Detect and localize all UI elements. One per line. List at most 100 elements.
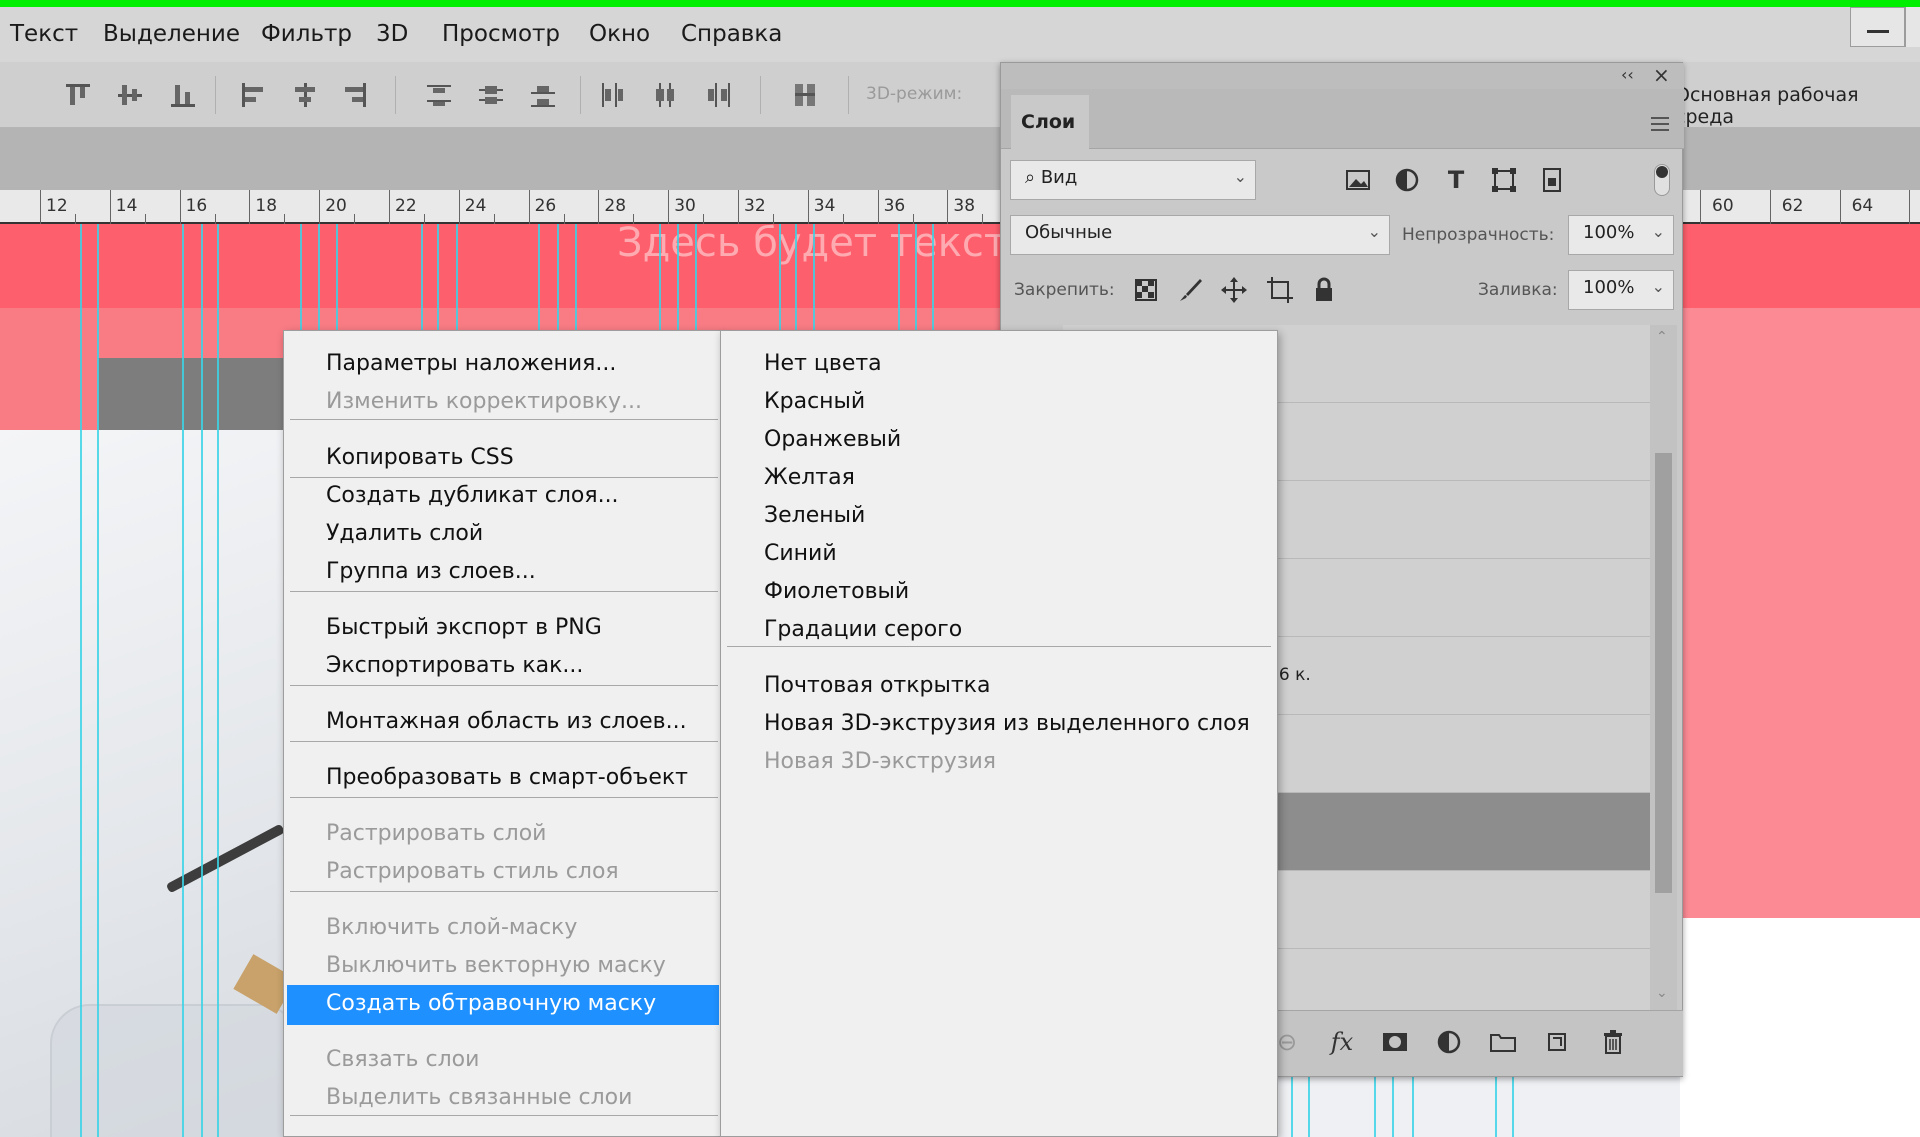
align-vcenter-icon[interactable] <box>115 80 145 110</box>
tab-layers[interactable]: Слои <box>1011 95 1089 149</box>
close-panel-icon[interactable]: × <box>1653 63 1670 87</box>
context-menu-item[interactable]: Быстрый экспорт в PNG <box>326 615 602 640</box>
minimize-button[interactable] <box>1850 7 1905 47</box>
color-label-item[interactable]: Новая 3D-экструзия из выделенного слоя <box>764 711 1250 736</box>
menu-separator <box>290 741 718 742</box>
ruler-label: 22 <box>395 196 417 216</box>
menu-text[interactable]: Текст <box>10 21 78 47</box>
align-left-icon[interactable] <box>238 80 268 110</box>
ruler-tick <box>1700 190 1701 224</box>
context-menu-item[interactable]: Преобразовать в смарт-объект <box>326 765 688 790</box>
scroll-down-icon[interactable]: ⌄ <box>1656 985 1668 1001</box>
menu-separator <box>290 685 718 686</box>
ruler-label: 12 <box>46 196 68 216</box>
layers-scrollbar[interactable]: ⌃ ⌄ <box>1650 325 1677 1015</box>
lock-all-icon[interactable] <box>1308 274 1340 306</box>
ruler-tick <box>493 214 495 224</box>
menu-help[interactable]: Справка <box>681 21 782 47</box>
distribute-top-icon[interactable] <box>424 80 454 110</box>
collapse-panel-icon[interactable]: ‹‹ <box>1621 65 1634 84</box>
filter-toggle-switch[interactable] <box>1654 164 1670 196</box>
color-label-item[interactable]: Почтовая открытка <box>764 673 990 698</box>
blend-mode-dropdown[interactable]: Обычные ⌄ <box>1010 215 1390 255</box>
context-menu-item[interactable]: Монтажная область из слоев... <box>326 709 687 734</box>
color-label-item: Новая 3D-экструзия <box>764 749 997 774</box>
align-bottom-icon[interactable] <box>168 80 198 110</box>
menu-selection[interactable]: Выделение <box>103 21 240 47</box>
new-group-folder-icon[interactable] <box>1486 1025 1520 1059</box>
ruler-tick <box>40 190 41 224</box>
opacity-input[interactable]: 100% ⌄ <box>1568 215 1674 255</box>
toolbar-separator <box>580 76 581 114</box>
ruler-tick <box>738 190 739 224</box>
delete-layer-trash-icon[interactable] <box>1596 1025 1630 1059</box>
ruler-tick <box>807 190 809 224</box>
scroll-up-icon[interactable]: ⌃ <box>1656 329 1668 345</box>
ruler-tick <box>1769 190 1771 224</box>
ruler-tick <box>668 190 670 224</box>
filter-adjustment-icon[interactable] <box>1391 164 1423 196</box>
context-menu-item[interactable]: Группа из слоев... <box>326 559 536 584</box>
ruler-label: 16 <box>185 196 208 216</box>
menu-separator <box>727 646 1271 647</box>
filter-smart-object-icon[interactable] <box>1536 164 1568 196</box>
layer-filter-dropdown[interactable]: ⌕ Вид ⌄ <box>1010 160 1256 200</box>
context-menu-item[interactable]: Создать дубликат слоя... <box>326 483 619 508</box>
align-hcenter-icon[interactable] <box>290 80 320 110</box>
filter-type-icon[interactable]: T <box>1440 164 1472 196</box>
ruler-tick <box>1839 190 1841 224</box>
align-top-icon[interactable] <box>63 80 93 110</box>
distribute-right-icon[interactable] <box>703 80 733 110</box>
menu-window[interactable]: Окно <box>589 21 650 47</box>
layer-style-fx-icon[interactable]: fx <box>1325 1025 1359 1059</box>
color-label-item[interactable]: Нет цвета <box>764 351 882 376</box>
menu-view[interactable]: Просмотр <box>442 21 560 47</box>
ruler-label: 34 <box>813 196 836 216</box>
distribute-bottom-icon[interactable] <box>528 80 558 110</box>
color-label-item[interactable]: Синий <box>764 541 837 566</box>
panel-menu-icon[interactable] <box>1651 117 1669 131</box>
chevron-down-icon: ⌄ <box>1367 222 1381 241</box>
ruler-tick <box>109 190 111 224</box>
workspace-selector[interactable]: Основная рабочая среда <box>1675 84 1920 128</box>
ruler-label: 36 <box>883 196 906 216</box>
color-label-item[interactable]: Зеленый <box>764 503 865 528</box>
context-menu-item[interactable]: Копировать CSS <box>326 445 514 470</box>
filter-pixel-icon[interactable] <box>1342 164 1374 196</box>
context-menu-item[interactable]: Удалить слой <box>326 521 483 546</box>
distribute-hcenter-icon[interactable] <box>650 80 680 110</box>
auto-align-icon[interactable] <box>790 80 820 110</box>
white-area <box>1680 918 1920 1137</box>
add-mask-icon[interactable] <box>1378 1025 1412 1059</box>
color-label-item[interactable]: Градации серого <box>764 617 962 642</box>
ruler-tick <box>319 190 321 224</box>
menu-filter[interactable]: Фильтр <box>261 21 352 47</box>
color-label-item[interactable]: Оранжевый <box>764 427 901 452</box>
context-menu-item[interactable]: Создать обтравочную маску <box>326 991 656 1016</box>
color-label-submenu: Нет цвета Красный Оранжевый Желтая Зеленый Си… <box>720 330 1278 1137</box>
ruler-label: 26 <box>534 196 557 216</box>
lock-transparent-pixels-icon[interactable] <box>1130 274 1162 306</box>
new-adjustment-layer-icon[interactable] <box>1432 1025 1466 1059</box>
distribute-left-icon[interactable] <box>597 80 627 110</box>
new-layer-icon[interactable] <box>1540 1025 1574 1059</box>
ruler-tick <box>179 190 181 224</box>
menu-separator <box>290 891 718 892</box>
lock-artboard-icon[interactable] <box>1264 274 1296 306</box>
align-right-icon[interactable] <box>340 80 370 110</box>
blend-mode-value: Обычные <box>1025 222 1113 243</box>
context-menu-item[interactable]: Параметры наложения... <box>326 351 616 376</box>
scrollbar-thumb[interactable] <box>1655 453 1672 893</box>
menu-3d[interactable]: 3D <box>376 21 408 47</box>
color-label-item[interactable]: Желтая <box>764 465 855 490</box>
toggle-knob <box>1656 166 1668 178</box>
lock-image-pixels-brush-icon[interactable] <box>1174 274 1206 306</box>
color-label-item[interactable]: Фиолетовый <box>764 579 909 604</box>
color-label-item[interactable]: Красный <box>764 389 865 414</box>
distribute-vcenter-icon[interactable] <box>476 80 506 110</box>
context-menu-item[interactable]: Экспортировать как... <box>326 653 583 678</box>
lock-position-move-icon[interactable] <box>1218 274 1250 306</box>
ruler-tick <box>74 214 76 224</box>
fill-input[interactable]: 100% ⌄ <box>1568 270 1674 310</box>
filter-shape-icon[interactable] <box>1488 164 1520 196</box>
